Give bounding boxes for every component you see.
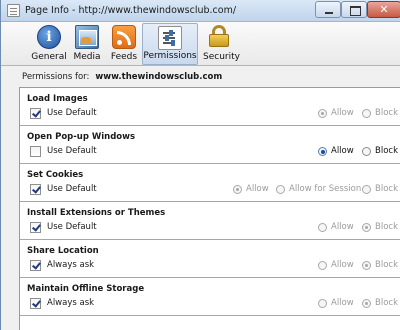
checkbox-label: Always ask [47,260,95,270]
page-info-toolbar: General Media Feeds Permissions Security [1,22,400,66]
lock-icon [209,25,233,49]
section-load-images: Load Images Use Default Allow Block [20,88,400,126]
block-radio[interactable] [362,185,371,194]
always-ask-checkbox[interactable] [30,260,41,271]
permissions-for-label: Permissions for: [22,72,90,82]
section-share-location: Share Location Always ask Allow Block [20,240,400,278]
section-set-cookies: Set Cookies Use Default Allow Allow for … [20,164,400,202]
block-label: Block [375,184,398,194]
tab-security-label: Security [203,52,240,62]
tab-permissions-label: Permissions [143,51,197,61]
block-radio[interactable] [362,147,371,156]
tab-feeds[interactable]: Feeds [108,23,140,65]
section-title: Open Pop-up Windows [27,132,136,142]
block-label: Block [375,146,398,156]
section-popup-windows: Open Pop-up Windows Use Default Allow Bl… [20,126,400,164]
section-install-extensions: Install Extensions or Themes Use Default… [20,202,400,240]
tab-feeds-label: Feeds [110,52,138,62]
page-icon [7,4,20,17]
page-info-window: Page Info - http://www.thewindowsclub.co… [0,0,400,330]
allow-radio[interactable] [318,109,327,118]
rss-feed-icon [112,25,136,49]
block-label: Block [375,222,398,232]
checkbox-label: Use Default [47,184,97,194]
section-title: Maintain Offline Storage [27,284,145,294]
allow-for-session-radio[interactable] [276,185,285,194]
section-controls: Always ask Allow Block [20,259,400,273]
allow-label: Allow [331,298,354,308]
permissions-for-line: Permissions for: www.thewindowsclub.com [22,72,222,82]
use-default-checkbox[interactable] [30,184,41,195]
tab-permissions[interactable]: Permissions [142,23,198,65]
allow-radio[interactable] [318,147,327,156]
checkbox-label: Use Default [47,146,97,156]
allow-label: Allow [331,260,354,270]
section-controls: Use Default Allow Block [20,107,400,121]
tab-media[interactable]: Media [71,23,103,65]
block-label: Block [375,298,398,308]
tab-media-label: Media [73,52,101,62]
section-controls: Always ask Allow Block [20,297,400,311]
use-default-checkbox[interactable] [30,108,41,119]
checkbox-label: Use Default [47,222,97,232]
allow-radio[interactable] [233,185,242,194]
checkbox-label: Always ask [47,298,95,308]
allow-radio[interactable] [318,223,327,232]
section-title: Load Images [27,94,88,104]
tab-general[interactable]: General [31,23,67,65]
allow-radio[interactable] [318,261,327,270]
permissions-list[interactable]: Load Images Use Default Allow Block Open… [19,87,400,330]
close-icon: ✕ [379,3,389,16]
block-radio[interactable] [362,261,371,270]
section-controls: Use Default Allow Block [20,145,400,159]
use-default-checkbox[interactable] [30,222,41,233]
title-bar[interactable]: Page Info - http://www.thewindowsclub.co… [1,0,400,22]
allow-label: Allow [246,184,269,194]
block-radio[interactable] [362,223,371,232]
window-title: Page Info - http://www.thewindowsclub.co… [25,5,237,16]
maximize-button[interactable] [341,1,367,18]
section-controls: Use Default Allow Allow for Session Bloc… [20,183,400,197]
info-icon [37,25,61,49]
permissions-icon [158,26,182,50]
checkbox-label: Use Default [47,108,97,118]
use-default-checkbox[interactable] [30,146,41,157]
section-title: Set Cookies [27,170,84,180]
close-button[interactable]: ✕ [367,1,400,18]
allow-label: Allow [331,108,354,118]
always-ask-checkbox[interactable] [30,298,41,309]
tab-security[interactable]: Security [203,23,240,65]
allow-radio[interactable] [318,299,327,308]
allow-label: Allow [331,146,354,156]
section-offline-storage: Maintain Offline Storage Always ask Allo… [20,278,400,316]
tab-general-label: General [31,52,67,62]
block-radio[interactable] [362,109,371,118]
block-radio[interactable] [362,299,371,308]
block-label: Block [375,260,398,270]
allow-label: Allow [331,222,354,232]
section-title: Install Extensions or Themes [27,208,166,218]
minimize-button[interactable] [315,1,341,18]
media-icon [75,25,99,49]
allow-for-session-label: Allow for Session [289,184,362,194]
section-title: Share Location [27,246,99,256]
permissions-site: www.thewindowsclub.com [95,72,223,82]
block-label: Block [375,108,398,118]
section-controls: Use Default Allow Block [20,221,400,235]
